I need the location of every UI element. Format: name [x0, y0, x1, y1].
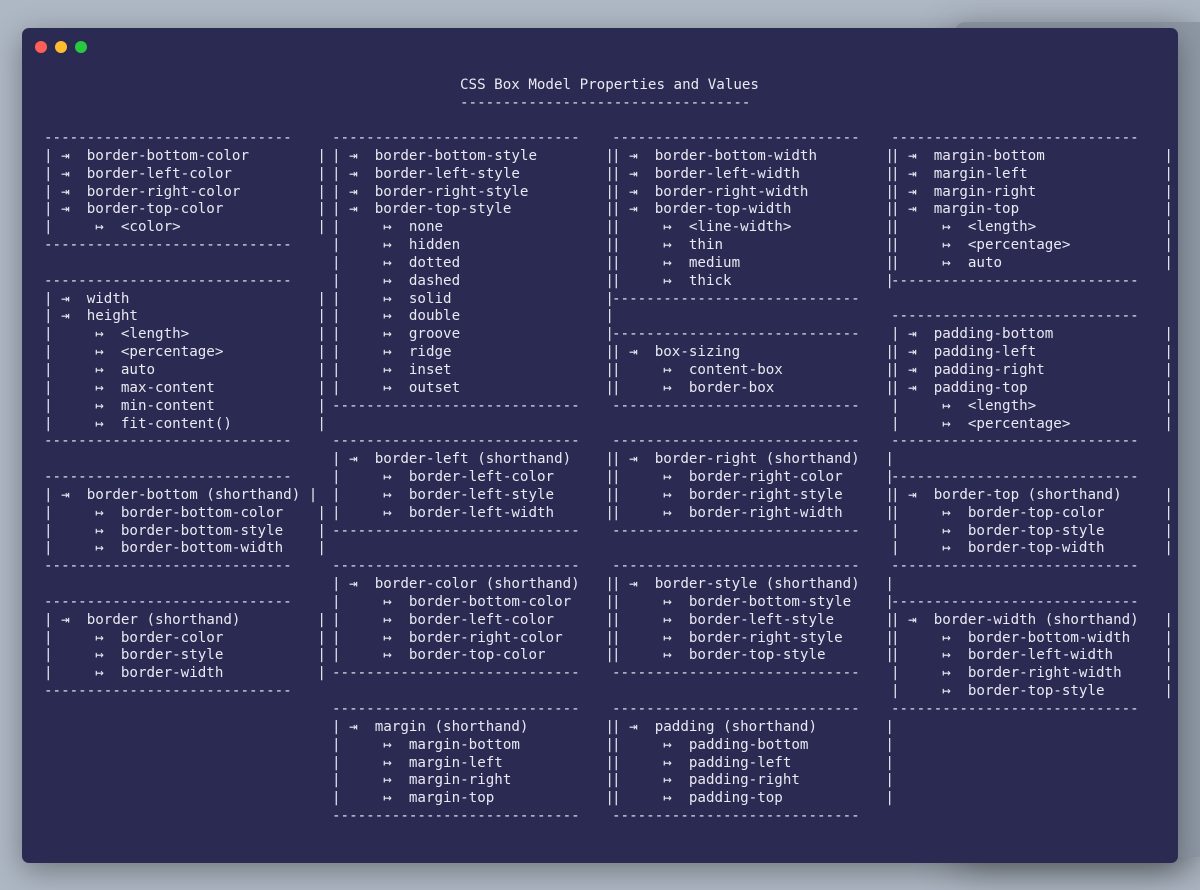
column-2: ----------------------------- | ⇥ border…: [332, 130, 614, 826]
box-border-right-shorthand: ----------------------------- | ⇥ border…: [612, 433, 894, 539]
box-border-shorthand: ----------------------------- | ⇥ border…: [44, 593, 326, 700]
box-border-side-widths: ----------------------------- | ⇥ border…: [612, 130, 894, 307]
box-margin-shorthand: ----------------------------- | ⇥ margin…: [332, 701, 614, 825]
box-border-style-shorthand: ----------------------------- | ⇥ border…: [612, 558, 894, 682]
box-border-color-shorthand: ----------------------------- | ⇥ border…: [332, 558, 614, 682]
column-3: ----------------------------- | ⇥ border…: [612, 130, 894, 826]
box-width-height: ----------------------------- | ⇥ width …: [44, 272, 326, 450]
box-border-bottom-shorthand: ----------------------------- | ⇥ border…: [44, 469, 326, 575]
box-margin-sides: ----------------------------- | ⇥ margin…: [891, 130, 1173, 289]
title-underline: ----------------------------------: [460, 94, 751, 111]
maximize-button[interactable]: [75, 41, 87, 53]
minimize-button[interactable]: [55, 41, 67, 53]
close-button[interactable]: [35, 41, 47, 53]
title-block: CSS Box Model Properties and Values ----…: [460, 77, 759, 113]
box-border-left-shorthand: ----------------------------- | ⇥ border…: [332, 433, 614, 539]
box-padding-shorthand: ----------------------------- | ⇥ paddin…: [612, 701, 894, 825]
box-border-width-shorthand: ----------------------------- | ⇥ border…: [891, 593, 1173, 717]
page-title: CSS Box Model Properties and Values: [460, 77, 759, 93]
box-box-sizing: ----------------------------- | ⇥ box-si…: [612, 326, 894, 414]
column-4: ----------------------------- | ⇥ margin…: [891, 130, 1173, 719]
column-1: ----------------------------- | ⇥ border…: [44, 130, 326, 701]
terminal-window: CSS Box Model Properties and Values ----…: [22, 28, 1178, 863]
box-padding-sides: ----------------------------- | ⇥ paddin…: [891, 308, 1173, 450]
box-border-top-shorthand: ----------------------------- | ⇥ border…: [891, 469, 1173, 575]
box-border-side-colors: ----------------------------- | ⇥ border…: [44, 130, 326, 254]
box-border-side-styles: ----------------------------- | ⇥ border…: [332, 130, 614, 414]
